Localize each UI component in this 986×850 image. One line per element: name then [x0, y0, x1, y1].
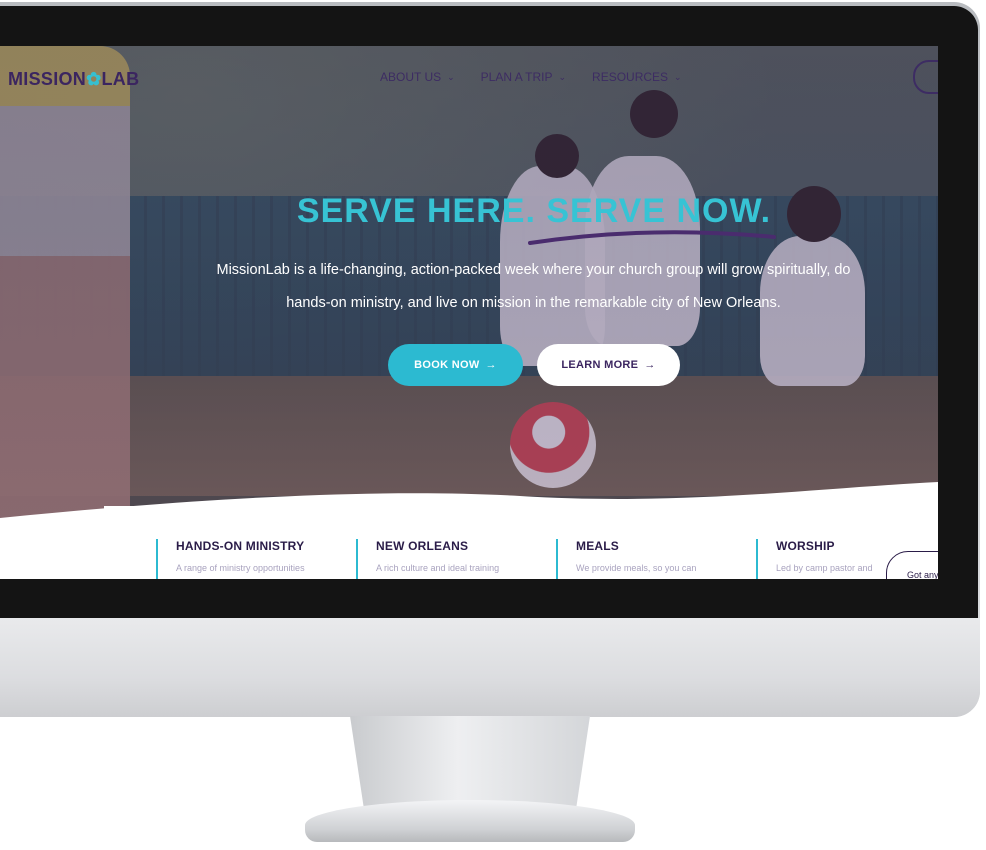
feature-new-orleans[interactable]: NEW ORLEANS A rich culture and ideal tra… [356, 539, 551, 579]
hero-title: SERVE HERE. SERVE NOW. [296, 192, 772, 230]
chat-widget-button[interactable]: Got any [886, 551, 938, 579]
feature-text: A rich culture and ideal training [376, 563, 500, 573]
nav-item-plan-a-trip[interactable]: PLAN A TRIP ⌄ [481, 70, 566, 84]
main-nav: ABOUT US ⌄ PLAN A TRIP ⌄ RESOURCES ⌄ [380, 70, 682, 84]
feature-title: NEW ORLEANS [376, 539, 469, 553]
monitor-stand-foot [305, 800, 635, 842]
monitor-chin [0, 618, 980, 717]
chevron-down-icon: ⌄ [674, 71, 682, 82]
hero-description: MissionLab is a life-changing, action-pa… [216, 262, 851, 311]
features-panel: HANDS-ON MINISTRY A range of ministry op… [104, 506, 938, 579]
feature-title: MEALS [576, 539, 619, 553]
feature-text: A range of ministry opportunities [176, 563, 305, 573]
title-underline-decoration [528, 230, 776, 245]
book-now-button[interactable]: BOOK NOW → [388, 344, 523, 386]
arrow-right-icon: → [644, 359, 656, 371]
feature-text: We provide meals, so you can [576, 563, 697, 573]
chevron-down-icon: ⌄ [447, 71, 455, 82]
feature-hands-on-ministry[interactable]: HANDS-ON MINISTRY A range of ministry op… [156, 539, 351, 579]
site-logo[interactable]: MISSION✿LAB [8, 69, 139, 90]
search-button[interactable] [913, 60, 938, 94]
website-screen: MISSION✿LAB ABOUT US ⌄ PLAN A TRIP ⌄ RES… [0, 46, 938, 579]
feature-meals[interactable]: MEALS We provide meals, so you can [556, 539, 751, 579]
arrow-right-icon: → [485, 359, 497, 371]
nav-item-about-us[interactable]: ABOUT US ⌄ [380, 70, 455, 84]
logo-mark-icon: ✿ [86, 69, 102, 89]
nav-item-resources[interactable]: RESOURCES ⌄ [592, 70, 682, 84]
chevron-down-icon: ⌄ [558, 71, 567, 82]
feature-title: HANDS-ON MINISTRY [176, 539, 305, 553]
monitor-stand-neck [350, 716, 590, 812]
learn-more-button[interactable]: LEARN MORE → [537, 344, 680, 386]
